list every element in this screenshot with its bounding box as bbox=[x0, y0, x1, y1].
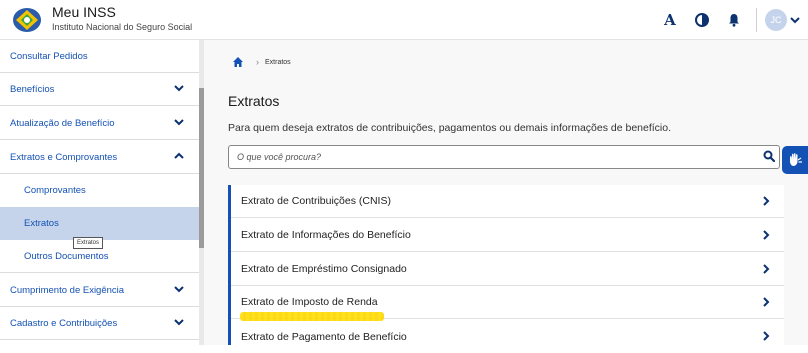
extratos-list: Extrato de Contribuições (CNIS) Extrato … bbox=[228, 185, 784, 345]
sidebar-item-atualizacao[interactable]: Atualização de Benefício bbox=[0, 107, 200, 140]
breadcrumb: › Extratos bbox=[232, 55, 291, 69]
chevron-right-icon bbox=[763, 230, 770, 240]
list-item[interactable]: Extrato de Empréstimo Consignado bbox=[231, 253, 784, 286]
search-icon[interactable] bbox=[763, 150, 775, 162]
sidebar-item-outros-documentos[interactable]: Outros Documentos bbox=[0, 240, 200, 273]
sidebar-item-label: Consultar Pedidos bbox=[10, 50, 88, 62]
sidebar-item-label: Benefícios bbox=[10, 83, 55, 95]
top-header: Meu INSS Instituto Nacional do Seguro So… bbox=[0, 0, 808, 40]
chevron-down-icon bbox=[174, 319, 184, 326]
list-item[interactable]: Extrato de Pagamento de Benefício bbox=[231, 320, 784, 353]
inss-logo-icon[interactable] bbox=[12, 7, 42, 33]
sidebar-item-label: Extratos bbox=[24, 218, 59, 229]
search-placeholder: O que você procura? bbox=[237, 152, 322, 162]
app-title: Meu INSS bbox=[52, 4, 116, 20]
breadcrumb-separator-icon: › bbox=[256, 57, 259, 67]
search-input[interactable]: O que você procura? bbox=[228, 145, 780, 169]
chevron-right-icon bbox=[763, 264, 770, 274]
breadcrumb-current: Extratos bbox=[265, 58, 291, 66]
bell-icon bbox=[729, 14, 739, 27]
list-item-label: Extrato de Contribuições (CNIS) bbox=[241, 195, 391, 207]
sidebar-item-comprovantes[interactable]: Comprovantes bbox=[0, 174, 200, 207]
sidebar-item-extratos[interactable]: Extratos bbox=[0, 207, 200, 240]
list-item-label: Extrato de Informações do Benefício bbox=[241, 229, 411, 241]
home-icon[interactable] bbox=[232, 56, 244, 68]
contrast-button[interactable] bbox=[688, 6, 716, 34]
sidebar-item-label: Extratos e Comprovantes bbox=[10, 151, 118, 163]
sidebar-item-cadastro-contribuicoes[interactable]: Cadastro e Contribuições bbox=[0, 307, 200, 340]
list-item-label: Extrato de Empréstimo Consignado bbox=[241, 263, 407, 275]
header-divider bbox=[756, 8, 757, 32]
chevron-down-icon bbox=[174, 286, 184, 293]
sidebar-item-label: Cumprimento de Exigência bbox=[10, 284, 125, 296]
sign-language-icon bbox=[790, 153, 802, 166]
highlighter-mark bbox=[240, 312, 384, 321]
sidebar-item-label: Outros Documentos bbox=[24, 250, 109, 262]
vlibras-button[interactable] bbox=[782, 146, 808, 174]
notifications-button[interactable] bbox=[720, 6, 748, 34]
sidebar-item-label: Comprovantes bbox=[24, 185, 86, 196]
list-item-label: Extrato de Pagamento de Benefício bbox=[241, 330, 407, 343]
app-subtitle: Instituto Nacional do Seguro Social bbox=[52, 22, 193, 32]
font-size-button[interactable]: A bbox=[656, 6, 684, 34]
sidebar-item-extratos-comprovantes[interactable]: Extratos e Comprovantes bbox=[0, 141, 200, 174]
page-description: Para quem deseja extratos de contribuiçõ… bbox=[228, 122, 672, 134]
chevron-right-icon bbox=[763, 196, 770, 206]
list-item[interactable]: Extrato de Informações do Benefício bbox=[231, 219, 784, 252]
list-item[interactable]: Extrato de Contribuições (CNIS) bbox=[231, 185, 784, 218]
chevron-down-icon bbox=[790, 17, 800, 24]
chevron-down-icon bbox=[174, 119, 184, 126]
page-title: Extratos bbox=[228, 93, 280, 109]
sidebar-item-label: Cadastro e Contribuições bbox=[10, 317, 118, 329]
sidebar-item-beneficios[interactable]: Benefícios bbox=[0, 73, 200, 106]
sidebar-item-consultar-pedidos[interactable]: Consultar Pedidos bbox=[0, 40, 200, 73]
user-menu-button[interactable]: JC bbox=[765, 9, 800, 31]
chevron-right-icon bbox=[763, 331, 770, 341]
list-item-label: Extrato de Imposto de Renda bbox=[241, 296, 378, 308]
chevron-right-icon bbox=[763, 297, 770, 307]
chevron-up-icon bbox=[174, 152, 184, 159]
chevron-down-icon bbox=[174, 85, 184, 92]
sidebar-item-cumprimento-exigencia[interactable]: Cumprimento de Exigência bbox=[0, 274, 200, 307]
sidebar-item-label: Atualização de Benefício bbox=[10, 117, 115, 129]
avatar: JC bbox=[765, 9, 787, 31]
contrast-icon bbox=[695, 13, 709, 27]
header-actions: A JC bbox=[652, 6, 800, 34]
